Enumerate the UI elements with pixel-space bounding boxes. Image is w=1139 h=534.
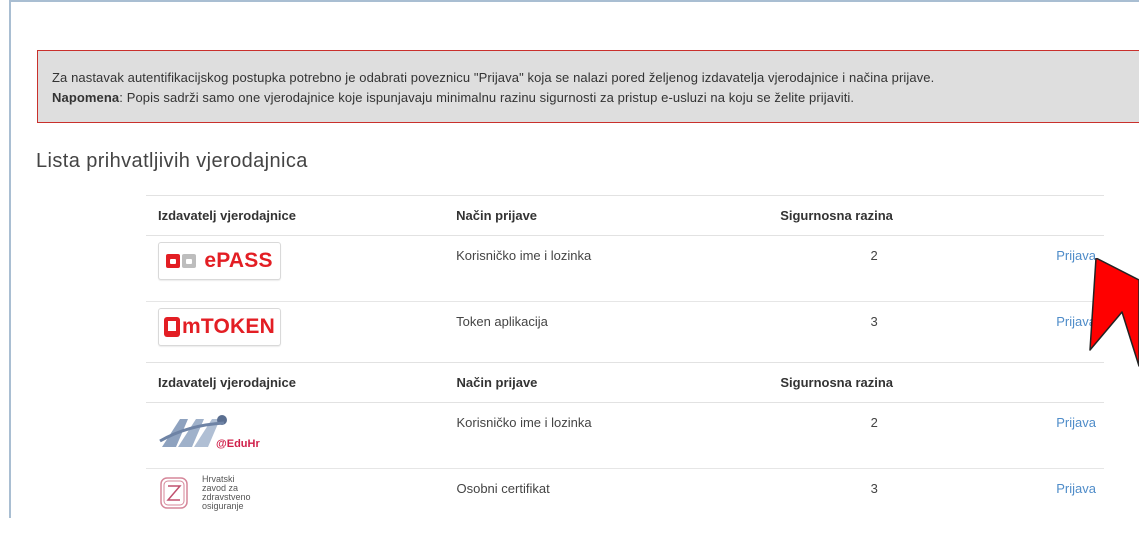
level-cell: 3 bbox=[768, 469, 980, 534]
credentials-table-2: Izdavatelj vjerodajnice Način prijave Si… bbox=[146, 362, 1104, 534]
hzzo-logo-icon bbox=[158, 475, 190, 511]
method-cell: Osobni certifikat bbox=[444, 469, 768, 534]
method-cell: Korisničko ime i lozinka bbox=[444, 403, 768, 469]
header-action bbox=[980, 196, 1104, 236]
level-cell: 3 bbox=[768, 302, 980, 368]
epass-logo: ePASS bbox=[158, 242, 281, 280]
prijava-link-hzzo[interactable]: Prijava bbox=[1056, 481, 1096, 496]
hzzo-logo: Hrvatski zavod za zdravstveno osiguranje bbox=[158, 475, 444, 511]
alert-line-2: Napomena: Popis sadrži samo one vjerodaj… bbox=[52, 88, 1139, 108]
hzzo-line: osiguranje bbox=[202, 502, 251, 511]
table-row: ePASS Korisničko ime i lozinka 2 Prijava bbox=[146, 236, 1104, 302]
issuer-cell: @EduHr bbox=[146, 403, 444, 469]
table-header: Izdavatelj vjerodajnice Način prijave Si… bbox=[146, 196, 1104, 236]
note-label: Napomena bbox=[52, 90, 119, 105]
phone-icon bbox=[164, 317, 180, 337]
header-issuer: Izdavatelj vjerodajnice bbox=[146, 363, 444, 403]
window-left-border bbox=[9, 0, 11, 518]
level-cell: 2 bbox=[768, 403, 980, 469]
hzzo-logo-text: Hrvatski zavod za zdravstveno osiguranje bbox=[202, 475, 251, 511]
mtoken-logo-text: mTOKEN bbox=[182, 315, 275, 339]
note-text: : Popis sadrži samo one vjerodajnice koj… bbox=[119, 90, 854, 105]
issuer-cell: Hrvatski zavod za zdravstveno osiguranje bbox=[146, 469, 444, 534]
lock-icon bbox=[166, 254, 180, 268]
method-cell: Korisničko ime i lozinka bbox=[444, 236, 768, 302]
page-title: Lista prihvatljivih vjerodajnica bbox=[36, 150, 308, 173]
header-issuer: Izdavatelj vjerodajnice bbox=[146, 196, 444, 236]
credentials-table-1: Izdavatelj vjerodajnice Način prijave Si… bbox=[146, 195, 1104, 367]
lock-icon bbox=[182, 254, 196, 268]
issuer-cell: mTOKEN bbox=[146, 302, 444, 368]
header-level: Sigurnosna razina bbox=[768, 196, 980, 236]
prijava-link-aai[interactable]: Prijava bbox=[1056, 415, 1096, 430]
table-row: @EduHr Korisničko ime i lozinka 2 Prijav… bbox=[146, 403, 1104, 469]
table-row: Hrvatski zavod za zdravstveno osiguranje… bbox=[146, 469, 1104, 534]
red-arrow-annotation bbox=[1078, 258, 1139, 368]
action-cell: Prijava bbox=[980, 469, 1104, 534]
eduhr-text: @EduHr bbox=[216, 438, 260, 450]
window-top-border bbox=[9, 0, 1139, 2]
header-level: Sigurnosna razina bbox=[768, 363, 980, 403]
mtoken-logo: mTOKEN bbox=[158, 308, 281, 346]
header-method: Način prijave bbox=[444, 363, 768, 403]
table-header: Izdavatelj vjerodajnice Način prijave Si… bbox=[146, 363, 1104, 403]
info-alert: Za nastavak autentifikacijskog postupka … bbox=[37, 50, 1139, 123]
header-method: Način prijave bbox=[444, 196, 768, 236]
epass-logo-text: ePASS bbox=[204, 249, 272, 273]
table-row: mTOKEN Token aplikacija 3 Prijava bbox=[146, 302, 1104, 368]
issuer-cell: ePASS bbox=[146, 236, 444, 302]
aai-logo-graphic: @EduHr bbox=[158, 411, 288, 451]
level-cell: 2 bbox=[768, 236, 980, 302]
aai-eduhr-logo: @EduHr bbox=[158, 411, 288, 451]
header-action bbox=[980, 363, 1104, 403]
action-cell: Prijava bbox=[980, 403, 1104, 469]
method-cell: Token aplikacija bbox=[444, 302, 768, 368]
alert-line-1: Za nastavak autentifikacijskog postupka … bbox=[52, 68, 1139, 88]
